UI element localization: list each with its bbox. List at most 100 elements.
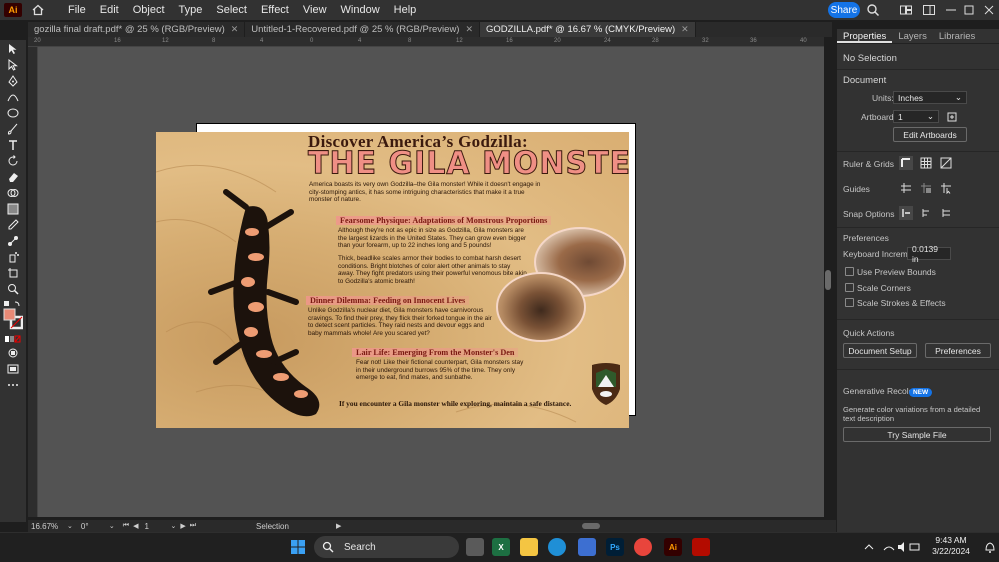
artboard-tool-icon[interactable] (5, 266, 21, 280)
system-tray-icons[interactable] (862, 540, 922, 554)
tab-libraries[interactable]: Libraries (933, 29, 981, 43)
paintbrush-tool-icon[interactable] (5, 122, 21, 136)
ruler-tick: 8 (212, 38, 216, 44)
file-explorer-icon[interactable] (520, 538, 538, 556)
arrange-documents-icon[interactable] (899, 3, 913, 17)
menu-edit[interactable]: Edit (100, 4, 119, 16)
shape-builder-tool-icon[interactable] (5, 186, 21, 200)
taskbar-clock[interactable]: 9:43 AM 3/22/2024 (928, 535, 974, 557)
preferences-button[interactable]: Preferences (925, 343, 991, 358)
menu-type[interactable]: Type (179, 4, 203, 16)
more-tools-icon[interactable] (5, 378, 21, 392)
next-artboard-icon[interactable]: ▶ (180, 522, 185, 530)
zoom-level[interactable]: 16.67% (31, 522, 65, 531)
grid-toggle-icon[interactable] (919, 156, 933, 170)
menu-window[interactable]: Window (341, 4, 380, 16)
horizontal-scrollbar[interactable] (356, 521, 826, 531)
keyboard-increment-input[interactable]: 0.0139 in (907, 244, 951, 264)
curvature-tool-icon[interactable] (5, 90, 21, 104)
edit-artboards-button[interactable]: Edit Artboards (893, 127, 967, 142)
vertical-ruler[interactable] (28, 47, 38, 517)
zoom-tool-icon[interactable] (5, 282, 21, 296)
photoshop-icon[interactable]: Ps (606, 538, 624, 556)
tab-close-icon[interactable]: ✕ (681, 24, 689, 35)
rulers-toggle-icon[interactable] (899, 156, 913, 170)
ruler-tick: 8 (408, 38, 412, 44)
smart-guides-icon[interactable] (939, 181, 953, 195)
document-setup-button[interactable]: Document Setup (843, 343, 917, 358)
edge-icon[interactable] (548, 538, 566, 556)
ellipse-tool-icon[interactable] (5, 106, 21, 120)
status-menu-icon[interactable]: ▶ (336, 522, 341, 530)
fill-stroke-swatch[interactable] (3, 308, 23, 330)
menu-object[interactable]: Object (133, 4, 165, 16)
artboard-select[interactable]: 1 ⌄ (893, 110, 939, 123)
direct-selection-tool-icon[interactable] (5, 58, 21, 72)
vertical-scrollbar-thumb[interactable] (824, 270, 832, 290)
rotation-dropdown-icon[interactable]: ⌄ (109, 522, 115, 530)
placed-artwork[interactable]: Discover America’s Godzilla: THE GILA MO… (156, 132, 629, 428)
rotate-tool-icon[interactable] (5, 154, 21, 168)
taskbar-search-box[interactable]: Search (314, 536, 459, 558)
home-icon[interactable] (30, 2, 46, 18)
tab-godzilla[interactable]: GODZILLA.pdf* @ 16.67 % (CMYK/Preview) ✕ (480, 22, 696, 37)
maximize-icon[interactable] (962, 3, 976, 17)
transparency-grid-icon[interactable] (939, 156, 953, 170)
symbol-sprayer-tool-icon[interactable] (5, 250, 21, 264)
generative-recolor-title: Generative Recolor (843, 386, 917, 396)
search-icon[interactable] (866, 3, 880, 17)
type-tool-icon[interactable] (5, 138, 21, 152)
pen-tool-icon[interactable] (5, 74, 21, 88)
try-sample-file-button[interactable]: Try Sample File (843, 427, 991, 442)
lock-guides-icon[interactable] (919, 181, 933, 195)
zoom-dropdown-icon[interactable]: ⌄ (67, 522, 73, 530)
acrobat-icon[interactable] (692, 538, 710, 556)
tab-properties[interactable]: Properties (837, 29, 893, 43)
last-artboard-icon[interactable]: ⏭ (190, 522, 196, 530)
snap-to-point-icon[interactable] (899, 206, 913, 220)
tab-close-icon[interactable]: ✕ (465, 24, 473, 35)
snap-to-glyph-icon[interactable] (939, 206, 953, 220)
draw-mode-icon[interactable] (5, 346, 21, 360)
menu-file[interactable]: File (68, 4, 86, 16)
blend-tool-icon[interactable] (5, 234, 21, 248)
eraser-tool-icon[interactable] (5, 170, 21, 184)
artboard-nav-dropdown-icon[interactable]: ⌄ (170, 522, 176, 530)
tab-layers[interactable]: Layers (892, 29, 933, 43)
first-artboard-icon[interactable]: ⏮ (123, 522, 129, 530)
menu-select[interactable]: Select (216, 4, 247, 16)
tab-untitled-recovered[interactable]: Untitled-1-Recovered.pdf @ 25 % (RGB/Pre… (245, 22, 481, 37)
show-guides-icon[interactable] (899, 181, 913, 195)
scale-strokes-checkbox[interactable] (845, 298, 854, 307)
menu-help[interactable]: Help (394, 4, 417, 16)
scale-corners-checkbox[interactable] (845, 283, 854, 292)
gradient-tool-icon[interactable] (5, 202, 21, 216)
artboard-number[interactable]: 1 (144, 522, 168, 531)
previous-artboard-icon[interactable]: ◀ (133, 522, 138, 530)
selection-tool-icon[interactable] (5, 42, 21, 56)
illustrator-taskbar-icon[interactable]: Ai (664, 538, 682, 556)
minimize-icon[interactable] (944, 3, 958, 17)
color-mode-icon[interactable] (5, 332, 21, 346)
menu-effect[interactable]: Effect (261, 4, 289, 16)
store-icon[interactable] (578, 538, 596, 556)
screen-mode-icon[interactable] (5, 362, 21, 376)
use-preview-bounds-checkbox[interactable] (845, 267, 854, 276)
share-button[interactable]: Share (828, 2, 860, 18)
units-select[interactable]: Inches ⌄ (893, 91, 967, 104)
menu-view[interactable]: View (303, 4, 327, 16)
artboard-options-icon[interactable] (945, 110, 959, 124)
eyedropper-tool-icon[interactable] (5, 218, 21, 232)
task-view-icon[interactable] (466, 538, 484, 556)
horizontal-ruler[interactable]: 20 16 12 8 4 0 4 8 12 16 20 24 28 32 36 … (28, 37, 824, 47)
rotation-value[interactable]: 0° (81, 522, 107, 531)
excel-icon[interactable]: X (492, 538, 510, 556)
close-icon[interactable] (982, 3, 996, 17)
notification-bell-icon[interactable] (984, 540, 996, 554)
snap-to-pixel-icon[interactable] (919, 206, 933, 220)
windows-start-icon[interactable] (289, 538, 307, 556)
tab-close-icon[interactable]: ✕ (231, 24, 239, 35)
chrome-icon[interactable] (634, 538, 652, 556)
workspace-icon[interactable] (922, 3, 936, 17)
tab-gozilla-final-draft[interactable]: gozilla final draft.pdf* @ 25 % (RGB/Pre… (28, 22, 246, 37)
